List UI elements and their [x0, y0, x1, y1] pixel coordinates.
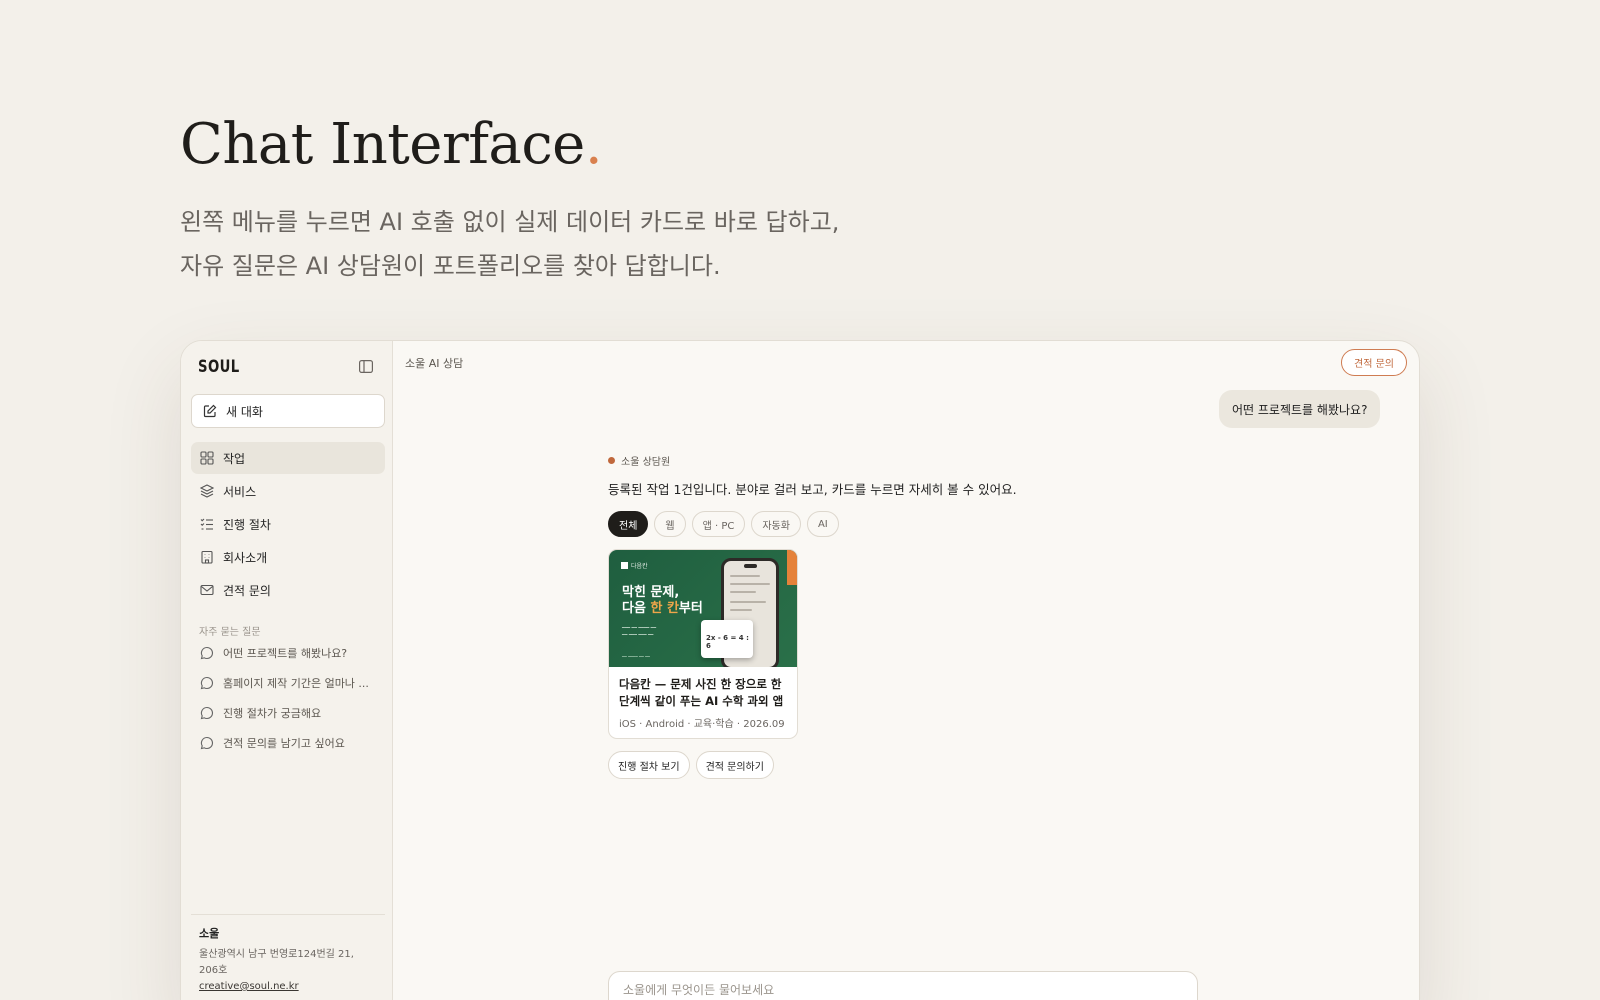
thumbnail-headline-line-1: 막힌 문제, [622, 585, 680, 600]
sidebar-toggle-icon[interactable] [359, 360, 373, 373]
view-process-button[interactable]: 진행 절차 보기 [608, 751, 690, 779]
assistant-message: 등록된 작업 1건입니다. 분야로 걸러 보고, 카드를 누르면 자세히 볼 수… [608, 482, 1017, 497]
company-email-link[interactable]: creative@soul.ne.kr [199, 979, 377, 995]
company-address-line-2: 206호 [199, 965, 228, 976]
logo[interactable]: SOUL [198, 357, 240, 377]
status-dot-icon [608, 457, 615, 464]
phone-ui-line [730, 575, 760, 577]
user-message-bubble: 어떤 프로젝트를 해봤나요? [1219, 390, 1381, 428]
category-filters: 전체 웹 앱 · PC 자동화 AI [608, 511, 839, 537]
faq-item[interactable]: 견적 문의를 남기고 싶어요 [191, 728, 385, 758]
thumbnail-headline: 막힌 문제, 다음 한 칸부터 [622, 585, 703, 617]
company-name: 소울 [199, 927, 220, 940]
faq-item-label: 홈페이지 제작 기간은 얼마나 ... [223, 677, 369, 690]
layers-icon [200, 484, 214, 498]
project-title: 다음칸 — 문제 사진 한 장으로 한 단계씩 같이 푸는 AI 수학 과외 앱 [619, 677, 784, 708]
brand-logo-icon [621, 562, 628, 569]
chat-main: 소울 AI 상담 견적 문의 어떤 프로젝트를 해봤나요? 소울 상담원 등록된… [393, 341, 1419, 1000]
project-thumbnail: 다음칸 막힌 문제, 다음 한 칸부터 ━━━ ━━ ━━━━ ━━ ━━ ━━━… [609, 550, 797, 667]
assistant-name: 소울 상담원 [621, 457, 671, 468]
equation-text: 2x - 6 = 4 : 6 [706, 634, 749, 650]
phone-notch [744, 564, 757, 568]
filter-chip-ai[interactable]: AI [806, 511, 839, 537]
faq-item-label: 어떤 프로젝트를 해봤나요? [223, 647, 348, 660]
page-title-text: Chat Interface [180, 112, 585, 177]
thumbnail-brand-text: 다음칸 [631, 563, 648, 570]
chat-bubble-icon [200, 706, 213, 720]
project-card[interactable]: 다음칸 막힌 문제, 다음 한 칸부터 ━━━ ━━ ━━━━ ━━ ━━ ━━━… [608, 549, 798, 739]
sidebar-item-quote[interactable]: 견적 문의 [191, 574, 385, 606]
thumbnail-headline-line-2: 다음 한 칸부터 [622, 601, 703, 617]
faq-item[interactable]: 어떤 프로젝트를 해봤나요? [191, 638, 385, 668]
building-icon [201, 550, 213, 564]
thumbnail-footer: ━━ ━━━━ ━━ ━━ [622, 654, 650, 659]
message-input-placeholder: 소울에게 무엇이든 물어보세요 [623, 983, 775, 997]
thumbnail-fineprint: ━━━ ━━ ━━━━ ━━ ━━ ━━━ ━━━ ━━ [622, 626, 657, 638]
chat-bubble-icon [200, 646, 213, 660]
filter-chip-automation[interactable]: 자동화 [751, 511, 801, 537]
phone-ui-line [730, 583, 770, 585]
suggested-actions: 진행 절차 보기 견적 문의하기 [608, 751, 774, 779]
filter-chip-web[interactable]: 웹 [654, 511, 686, 537]
request-quote-button[interactable]: 견적 문의하기 [695, 751, 774, 779]
chat-bubble-icon [200, 676, 213, 690]
message-input[interactable]: 소울에게 무엇이든 물어보세요 [608, 971, 1198, 1000]
sidebar-item-process[interactable]: 진행 절차 [191, 508, 385, 540]
mail-icon [200, 584, 214, 596]
project-meta: iOS · Android · 교육·학습 · 2026.09 [619, 719, 785, 730]
new-chat-button[interactable]: 새 대화 [191, 394, 385, 428]
sidebar-footer: 소울 울산광역시 남구 번영로124번길 21, 206호 creative@s… [191, 914, 385, 995]
phone-ui-line [730, 609, 752, 611]
sidebar-item-label: 회사소개 [223, 550, 268, 565]
sidebar-item-label: 작업 [223, 451, 246, 466]
grid-icon [200, 451, 214, 465]
faq-item[interactable]: 진행 절차가 궁금해요 [191, 698, 385, 728]
sidebar-item-label: 견적 문의 [223, 583, 271, 598]
page-subtitle: 왼쪽 메뉴를 누르면 AI 호출 없이 실제 데이터 카드로 바로 답하고, 자… [180, 200, 940, 288]
edit-icon [203, 404, 217, 418]
faq-header: 자주 묻는 질문 [199, 627, 261, 638]
sidebar: SOUL 새 대화 작업 서비스 진행 절차 회사소개 견적 문의 자주 묻는 … [181, 341, 393, 1000]
phone-ui-line [730, 601, 766, 603]
checklist-icon [200, 518, 213, 530]
faq-item-label: 진행 절차가 궁금해요 [223, 707, 322, 720]
page-title: Chat Interface. [180, 112, 603, 177]
headline-highlight: 한 칸 [650, 601, 679, 616]
sidebar-item-label: 진행 절차 [223, 517, 271, 532]
faq-item-label: 견적 문의를 남기고 싶어요 [223, 737, 345, 750]
project-card-body: 다음칸 — 문제 사진 한 장으로 한 단계씩 같이 푸는 AI 수학 과외 앱… [609, 667, 797, 738]
faq-list: 어떤 프로젝트를 해봤나요? 홈페이지 제작 기간은 얼마나 ... 진행 절차… [191, 638, 385, 758]
assistant-label: 소울 상담원 [608, 453, 670, 468]
thumbnail-accent-tab [787, 550, 797, 585]
filter-chip-app-pc[interactable]: 앱 · PC [691, 511, 746, 537]
filter-chip-all[interactable]: 전체 [608, 511, 649, 537]
sidebar-item-label: 서비스 [223, 484, 257, 499]
company-address-line-1: 울산광역시 남구 번영로124번길 21, [199, 949, 354, 960]
equation-panel: 2x - 6 = 4 : 6 [701, 620, 753, 658]
sidebar-item-work[interactable]: 작업 [191, 442, 385, 474]
user-message-text: 어떤 프로젝트를 해봤나요? [1232, 402, 1368, 417]
quote-inquiry-button[interactable]: 견적 문의 [1341, 349, 1407, 376]
chat-title: 소울 AI 상담 [405, 357, 464, 370]
thumbnail-brand: 다음칸 [621, 561, 648, 570]
sidebar-item-services[interactable]: 서비스 [191, 475, 385, 507]
chat-app-window: SOUL 새 대화 작업 서비스 진행 절차 회사소개 견적 문의 자주 묻는 … [180, 340, 1420, 1000]
subtitle-line-1: 왼쪽 메뉴를 누르면 AI 호출 없이 실제 데이터 카드로 바로 답하고, [180, 208, 840, 236]
phone-ui-line [730, 591, 756, 593]
new-chat-label: 새 대화 [226, 404, 263, 419]
headline-part: 다음 [622, 601, 651, 616]
title-accent-dot: . [584, 112, 603, 177]
chat-bubble-icon [200, 736, 213, 750]
faq-item[interactable]: 홈페이지 제작 기간은 얼마나 ... [191, 668, 385, 698]
sidebar-nav: 작업 서비스 진행 절차 회사소개 견적 문의 [191, 442, 385, 607]
headline-part: 부터 [678, 601, 703, 616]
subtitle-line-2: 자유 질문은 AI 상담원이 포트폴리오를 찾아 답합니다. [180, 252, 721, 280]
sidebar-item-about[interactable]: 회사소개 [191, 541, 385, 573]
